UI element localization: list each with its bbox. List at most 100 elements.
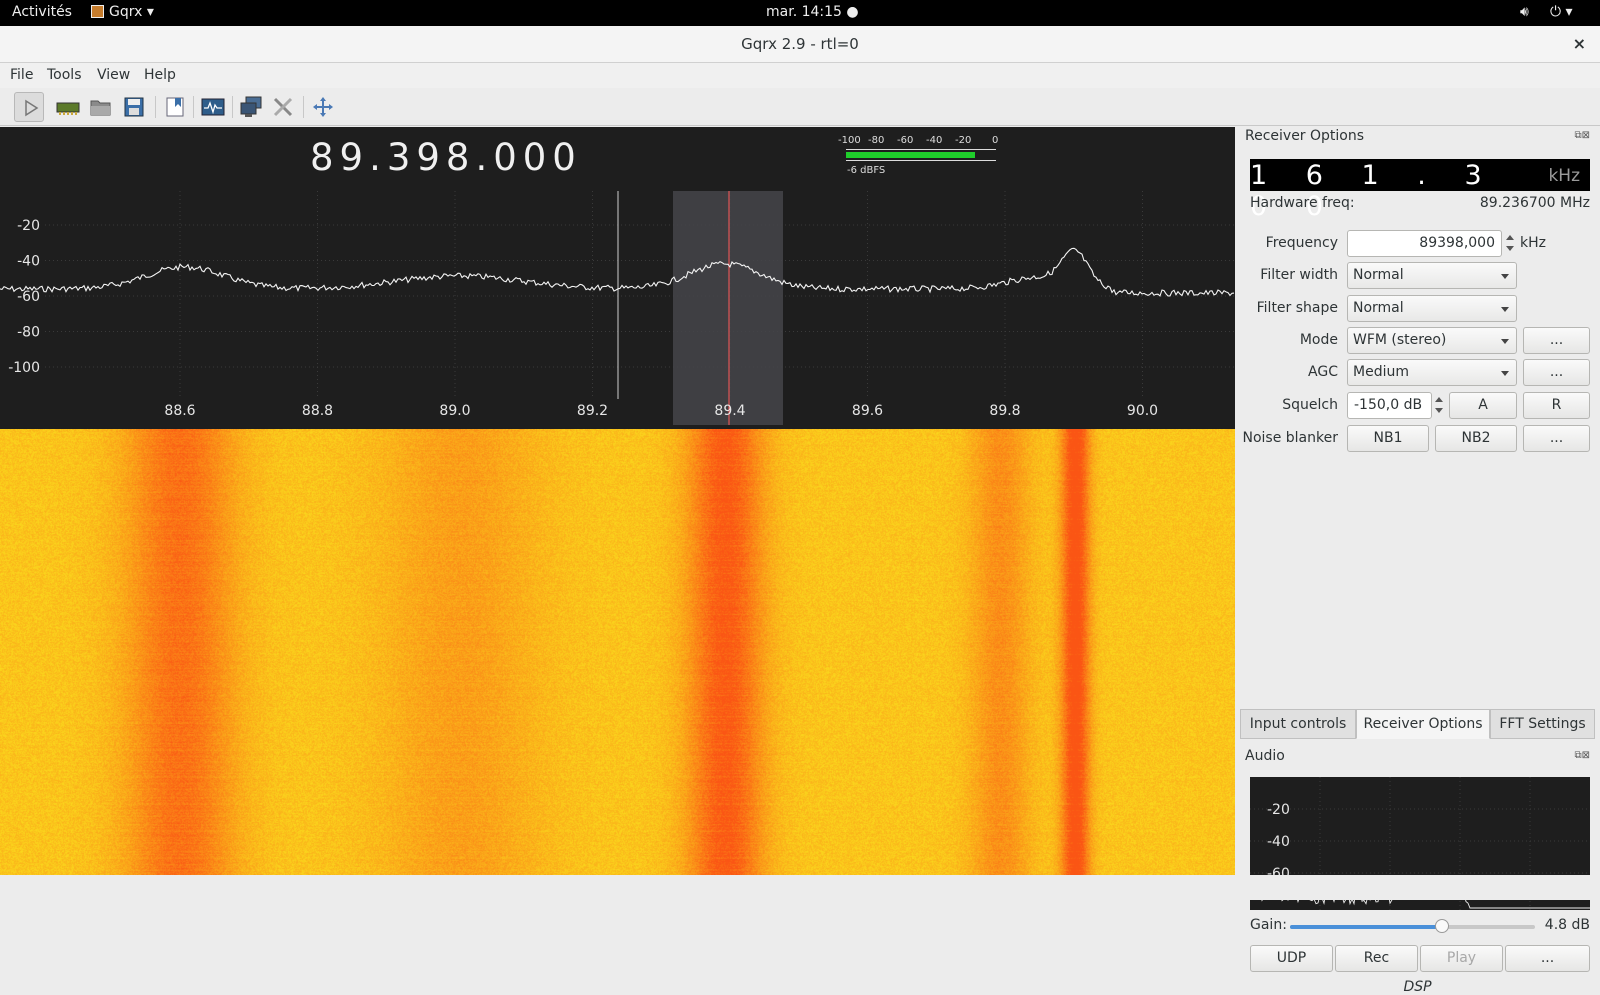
close-window-button[interactable]: × — [1573, 34, 1586, 53]
activities-button[interactable]: Activités — [12, 4, 72, 20]
dsp-button[interactable] — [198, 92, 228, 122]
chevron-down-icon: ▾ — [146, 4, 154, 20]
meter-tick: -40 — [926, 135, 943, 146]
agc-options-button[interactable]: ... — [1523, 359, 1590, 386]
filter-width-select[interactable]: Normal — [1347, 262, 1517, 289]
hardware-icon — [56, 102, 80, 115]
clock[interactable]: mar. 14:15 ● — [766, 4, 859, 20]
audio-options-button[interactable]: ... — [1505, 945, 1590, 972]
squelch-auto-button[interactable]: A — [1449, 392, 1517, 419]
frequency-spinner[interactable] — [1504, 230, 1516, 257]
squelch-spinner[interactable] — [1433, 392, 1445, 419]
noise-blanker-label: Noise blanker — [1242, 430, 1339, 446]
spectrum-trace — [0, 247, 1235, 297]
y-tick-label: -20 — [17, 218, 40, 234]
status-bar — [0, 875, 1600, 900]
save-button[interactable] — [119, 92, 149, 122]
tools-button[interactable] — [268, 92, 298, 122]
menu-view[interactable]: View — [97, 67, 130, 83]
power-icon[interactable]: ⏻ ▾ — [1550, 4, 1573, 20]
filter-width-label: Filter width — [1260, 267, 1338, 283]
frequency-label: Frequency — [1265, 235, 1338, 251]
mode-options-button[interactable]: ... — [1523, 327, 1590, 354]
agc-value: Medium — [1353, 364, 1409, 380]
app-menu[interactable]: Gqrx ▾ — [91, 4, 154, 20]
x-tick-label: 89.2 — [577, 403, 608, 419]
receiver-options-panel: Receiver Options ⧉⊠ 1 6 1 . 3 0 0 kHz Ha… — [1235, 127, 1600, 995]
x-tick-label: 90.0 — [1127, 403, 1158, 419]
squelch-reset-button[interactable]: R — [1523, 392, 1590, 419]
menu-tools[interactable]: Tools — [47, 67, 82, 83]
frequency-unit: kHz — [1520, 235, 1546, 251]
filter-shape-select[interactable]: Normal — [1347, 295, 1517, 322]
network-button[interactable] — [236, 92, 266, 122]
rx-offset-unit: kHz — [1548, 166, 1580, 186]
y-tick-label: -60 — [17, 289, 40, 305]
x-tick-label: 89.8 — [989, 403, 1020, 419]
open-icon — [90, 100, 111, 116]
y-tick-label: -100 — [8, 360, 40, 376]
meter-tick: -100 — [838, 135, 861, 146]
meter-tick: -20 — [955, 135, 972, 146]
filter-passband[interactable] — [673, 191, 783, 425]
audio-y-tick-label: -20 — [1267, 802, 1290, 818]
squelch-input[interactable]: -150,0 dB — [1347, 392, 1432, 419]
gain-value: 4.8 dB — [1544, 917, 1590, 933]
chevron-down-icon — [1501, 371, 1509, 376]
signal-meter: -100 -80 -60 -40 -20 0 -6 dBFS — [838, 135, 998, 179]
filter-width-value: Normal — [1353, 267, 1404, 283]
record-button[interactable]: Rec — [1335, 945, 1418, 972]
menu-bar: File Tools View Help — [0, 63, 1600, 88]
dsp-icon — [201, 98, 225, 116]
mode-select[interactable]: WFM (stereo) — [1347, 327, 1517, 354]
spectrum-plot[interactable]: -20 -40 -60 -80 -100 88.6 88.8 89.0 89.2 89.4 89.… — [0, 189, 1235, 425]
rx-offset-display[interactable]: 1 6 1 . 3 0 0 kHz — [1250, 159, 1590, 222]
tab-receiver-options[interactable]: Receiver Options — [1356, 709, 1490, 739]
play-button[interactable] — [14, 92, 44, 122]
frequency-display[interactable]: 89.398.000 — [310, 136, 582, 179]
fullscreen-button[interactable] — [308, 92, 338, 122]
audio-dock-title: Audio — [1245, 748, 1285, 764]
x-tick-label: 89.6 — [852, 403, 883, 419]
agc-label: AGC — [1308, 364, 1338, 380]
hardware-freq-label: Hardware freq: — [1250, 195, 1355, 211]
fullscreen-icon — [313, 97, 333, 117]
frequency-input[interactable]: 89398,000 — [1347, 230, 1502, 257]
mode-label: Mode — [1299, 332, 1338, 348]
save-icon — [124, 97, 144, 117]
menu-file[interactable]: File — [10, 67, 33, 83]
audio-y-tick-label: -40 — [1267, 834, 1290, 850]
tab-fft-settings[interactable]: FFT Settings — [1490, 709, 1595, 739]
meter-tick: 0 — [992, 135, 999, 146]
plotter-area[interactable]: 89.398.000 -100 -80 -60 -40 -20 0 -6 dBF… — [0, 127, 1235, 875]
receiver-dock-title: Receiver Options — [1245, 128, 1365, 144]
udp-button[interactable]: UDP — [1250, 945, 1333, 972]
window-title: Gqrx 2.9 - rtl=0 — [741, 35, 859, 53]
gqrx-app-icon — [91, 5, 104, 18]
waterfall-plot[interactable] — [0, 429, 1235, 875]
hardware-button[interactable] — [53, 92, 83, 122]
volume-icon[interactable]: 🔊︎ — [1520, 4, 1529, 20]
dock-float-close-icon[interactable]: ⧉⊠ — [1574, 130, 1590, 141]
tab-input-controls[interactable]: Input controls — [1240, 709, 1356, 739]
chevron-down-icon — [1501, 307, 1509, 312]
play-icon — [25, 99, 39, 117]
open-button[interactable] — [86, 92, 116, 122]
meter-level-label: -6 dBFS — [847, 165, 886, 176]
play-audio-button[interactable]: Play — [1420, 945, 1503, 972]
gain-label: Gain: — [1250, 917, 1287, 933]
slider-handle[interactable] — [1434, 919, 1449, 933]
menu-help[interactable]: Help — [144, 67, 176, 83]
x-tick-label: 89.0 — [439, 403, 470, 419]
audio-gain-slider[interactable] — [1290, 919, 1535, 935]
nb1-toggle[interactable]: NB1 — [1347, 425, 1429, 452]
dock-float-close-icon[interactable]: ⧉⊠ — [1574, 750, 1590, 761]
filter-shape-label: Filter shape — [1256, 300, 1338, 316]
system-top-bar: Activités Gqrx ▾ mar. 14:15 ● 🔊︎ ⏻ ▾ — [0, 0, 1600, 26]
nb-options-button[interactable]: ... — [1523, 425, 1590, 452]
nb2-toggle[interactable]: NB2 — [1435, 425, 1517, 452]
agc-select[interactable]: Medium — [1347, 359, 1517, 386]
bookmark-button[interactable] — [160, 92, 190, 122]
x-tick-label: 88.6 — [164, 403, 195, 419]
filter-shape-value: Normal — [1353, 300, 1404, 316]
